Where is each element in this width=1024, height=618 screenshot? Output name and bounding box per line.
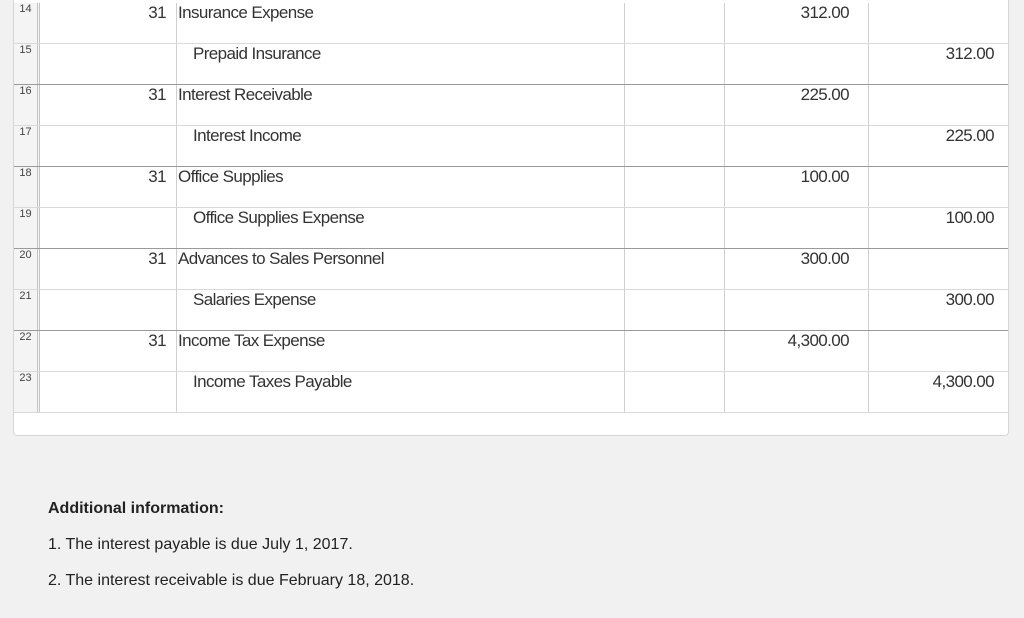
row-number: 21 <box>14 290 40 330</box>
debit-cell[interactable]: 312.00 <box>725 3 869 43</box>
account-cell[interactable]: Insurance Expense <box>177 3 625 43</box>
credit-cell[interactable] <box>869 331 1010 371</box>
credit-cell[interactable]: 100.00 <box>869 208 1010 248</box>
credit-cell[interactable]: 225.00 <box>869 126 1010 166</box>
date-cell[interactable]: 31 <box>40 331 177 371</box>
info-item-interest-receivable: 2. The interest receivable is due Februa… <box>48 572 415 589</box>
date-cell[interactable]: 31 <box>40 85 177 125</box>
row-number: 18 <box>14 167 40 207</box>
table-row: 21 Salaries Expense 300.00 <box>14 290 1008 331</box>
row-number: 15 <box>14 44 40 84</box>
row-number: 22 <box>14 331 40 371</box>
additional-information-title: Additional information: <box>48 500 224 517</box>
date-cell[interactable]: 31 <box>40 3 177 43</box>
account-cell[interactable]: Office Supplies <box>177 167 625 207</box>
table-row: 14 31 Insurance Expense 312.00 <box>14 3 1008 44</box>
table-row: 17 Interest Income 225.00 <box>14 126 1008 167</box>
debit-cell[interactable] <box>725 126 869 166</box>
ref-cell[interactable] <box>625 126 725 166</box>
debit-cell[interactable] <box>725 208 869 248</box>
date-cell[interactable] <box>40 290 177 330</box>
ref-cell[interactable] <box>625 249 725 289</box>
credit-cell[interactable] <box>869 85 1010 125</box>
credit-cell[interactable]: 312.00 <box>869 44 1010 84</box>
account-cell[interactable]: Income Tax Expense <box>177 331 625 371</box>
debit-cell[interactable]: 225.00 <box>725 85 869 125</box>
additional-information: Additional information: 1. The interest … <box>48 500 414 608</box>
row-number: 23 <box>14 372 40 412</box>
account-cell[interactable]: Interest Income <box>177 126 625 166</box>
debit-cell[interactable]: 100.00 <box>725 167 869 207</box>
debit-cell[interactable]: 4,300.00 <box>725 331 869 371</box>
date-cell[interactable] <box>40 44 177 84</box>
ref-cell[interactable] <box>625 331 725 371</box>
date-cell[interactable]: 31 <box>40 167 177 207</box>
debit-cell[interactable] <box>725 44 869 84</box>
debit-cell[interactable]: 300.00 <box>725 249 869 289</box>
ref-cell[interactable] <box>625 85 725 125</box>
credit-cell[interactable]: 4,300.00 <box>869 372 1010 412</box>
table-row: 18 31 Office Supplies 100.00 <box>14 167 1008 208</box>
ref-cell[interactable] <box>625 290 725 330</box>
table-row: 22 31 Income Tax Expense 4,300.00 <box>14 331 1008 372</box>
date-cell[interactable] <box>40 126 177 166</box>
row-number: 20 <box>14 249 40 289</box>
ref-cell[interactable] <box>625 44 725 84</box>
ref-cell[interactable] <box>625 208 725 248</box>
date-cell[interactable] <box>40 208 177 248</box>
table-row: 16 31 Interest Receivable 225.00 <box>14 85 1008 126</box>
row-number: 14 <box>14 3 40 43</box>
account-cell[interactable]: Salaries Expense <box>177 290 625 330</box>
credit-cell[interactable] <box>869 249 1010 289</box>
account-cell[interactable]: Interest Receivable <box>177 85 625 125</box>
account-cell[interactable]: Office Supplies Expense <box>177 208 625 248</box>
journal-table: 14 31 Insurance Expense 312.00 15 Prepai… <box>13 0 1009 436</box>
info-item-interest-payable: 1. The interest payable is due July 1, 2… <box>48 536 353 553</box>
ref-cell[interactable] <box>625 372 725 412</box>
row-number: 17 <box>14 126 40 166</box>
ref-cell[interactable] <box>625 3 725 43</box>
date-cell[interactable] <box>40 372 177 412</box>
row-number: 16 <box>14 85 40 125</box>
table-row: 20 31 Advances to Sales Personnel 300.00 <box>14 249 1008 290</box>
credit-cell[interactable] <box>869 167 1010 207</box>
account-cell[interactable]: Advances to Sales Personnel <box>177 249 625 289</box>
ref-cell[interactable] <box>625 167 725 207</box>
account-cell[interactable]: Income Taxes Payable <box>177 372 625 412</box>
table-row: 19 Office Supplies Expense 100.00 <box>14 208 1008 249</box>
debit-cell[interactable] <box>725 372 869 412</box>
row-number: 19 <box>14 208 40 248</box>
debit-cell[interactable] <box>725 290 869 330</box>
table-row: 15 Prepaid Insurance 312.00 <box>14 44 1008 85</box>
account-cell[interactable]: Prepaid Insurance <box>177 44 625 84</box>
credit-cell[interactable] <box>869 3 1010 43</box>
table-row: 23 Income Taxes Payable 4,300.00 <box>14 372 1008 413</box>
credit-cell[interactable]: 300.00 <box>869 290 1010 330</box>
date-cell[interactable]: 31 <box>40 249 177 289</box>
